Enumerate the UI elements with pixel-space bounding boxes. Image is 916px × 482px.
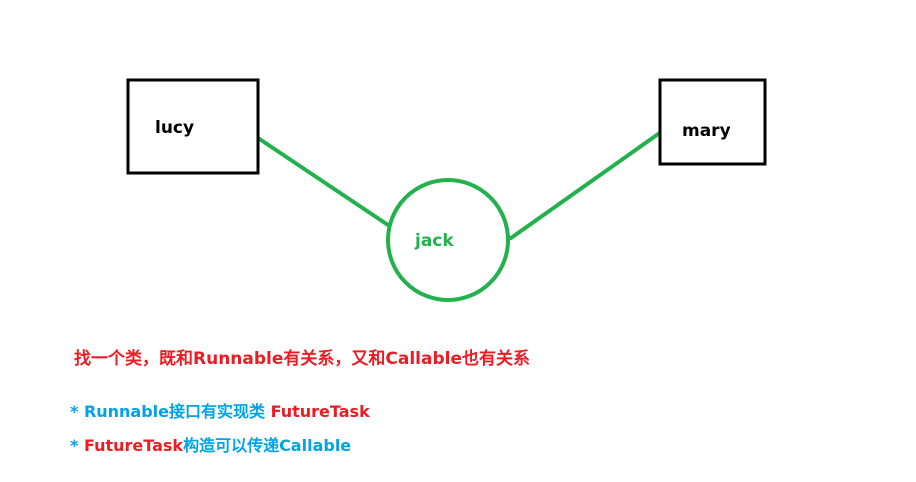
main-note: 找一个类，既和Runnable有关系，又和Callable也有关系: [74, 349, 530, 369]
connector-jack-mary: [509, 130, 663, 240]
note-line2-bullet: *: [70, 436, 84, 455]
lucy-label: lucy: [155, 118, 194, 138]
connector-lucy-jack: [256, 136, 390, 227]
note-futuretask-callable: * FutureTask构造可以传递Callable: [70, 432, 351, 456]
note-line2-suffix: 构造可以传递Callable: [183, 436, 352, 455]
note-runnable-prefix: * Runnable接口有实现类: [70, 402, 271, 421]
note-runnable-impl: * Runnable接口有实现类 FutureTask: [70, 398, 370, 422]
jack-label: jack: [414, 231, 454, 251]
note-futuretask-highlight: FutureTask: [270, 402, 370, 421]
mary-label: mary: [682, 121, 731, 141]
note-line2-futuretask: FutureTask: [83, 436, 184, 455]
